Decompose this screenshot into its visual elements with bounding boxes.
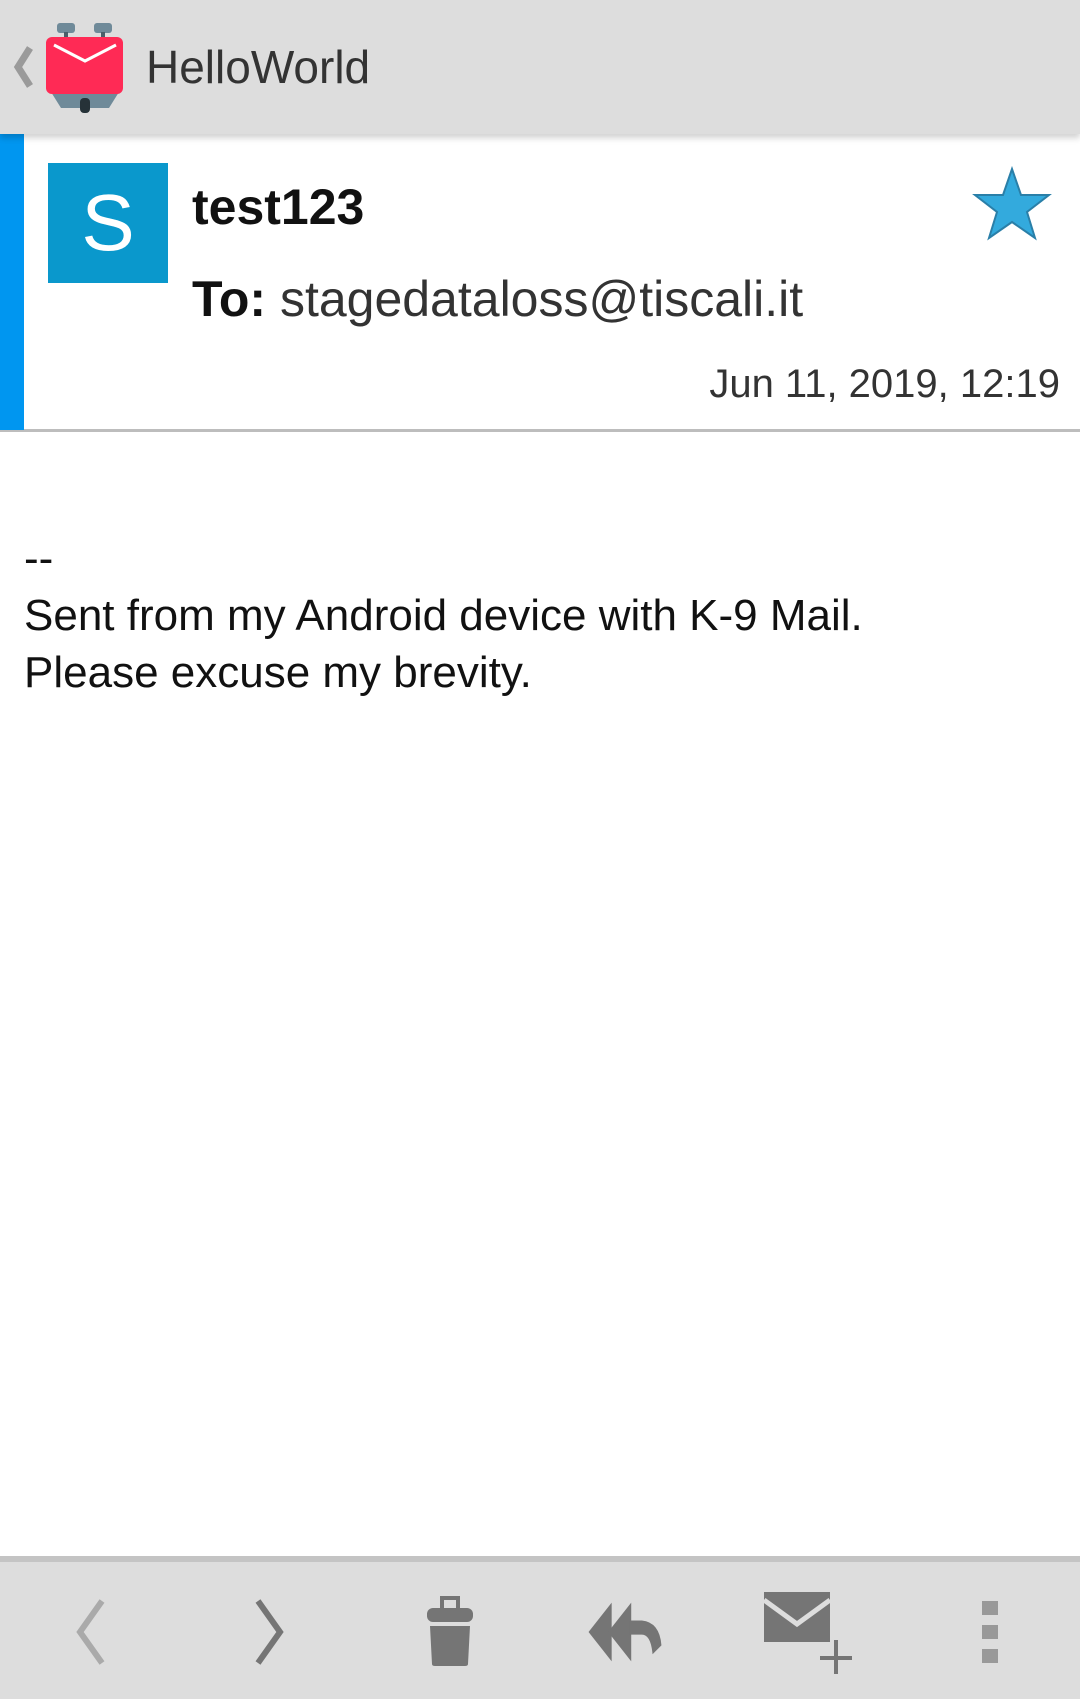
compose-button[interactable] [760, 1590, 860, 1674]
chevron-left-icon[interactable] [10, 44, 36, 90]
more-options-button[interactable] [950, 1590, 1030, 1674]
body-line: Sent from my Android device with K-9 Mai… [24, 591, 863, 640]
delete-button[interactable] [410, 1590, 490, 1674]
body-line: -- [24, 534, 54, 583]
next-button[interactable] [230, 1590, 310, 1674]
trash-icon [427, 1596, 473, 1666]
message-body: -- Sent from my Android device with K-9 … [24, 530, 863, 701]
sender-name[interactable]: test123 [192, 178, 364, 236]
reply-all-button[interactable] [585, 1590, 665, 1674]
avatar[interactable]: S [48, 163, 168, 283]
chevron-right-icon [255, 1599, 284, 1665]
recipient-line: To: stagedataloss@tiscali.it [192, 270, 803, 328]
previous-button[interactable] [50, 1590, 130, 1674]
recipient-address[interactable]: stagedataloss@tiscali.it [280, 271, 803, 327]
overflow-menu-icon [982, 1601, 998, 1663]
bottom-toolbar [0, 1556, 1080, 1699]
compose-mail-icon [762, 1592, 852, 1674]
message-date: Jun 11, 2019, 12:19 [709, 362, 1060, 406]
message-header: S test123 To: stagedataloss@tiscali.it J… [0, 134, 1080, 432]
folder-title: HelloWorld [146, 41, 371, 93]
account-color-bar [0, 134, 24, 430]
body-line: Please excuse my brevity. [24, 648, 532, 697]
to-label: To: [192, 271, 267, 327]
action-bar: HelloWorld [0, 0, 1080, 134]
k9-mail-logo[interactable] [45, 20, 125, 115]
chevron-left-icon [76, 1599, 105, 1665]
star-icon[interactable] [972, 166, 1052, 242]
reply-all-icon [588, 1602, 662, 1662]
